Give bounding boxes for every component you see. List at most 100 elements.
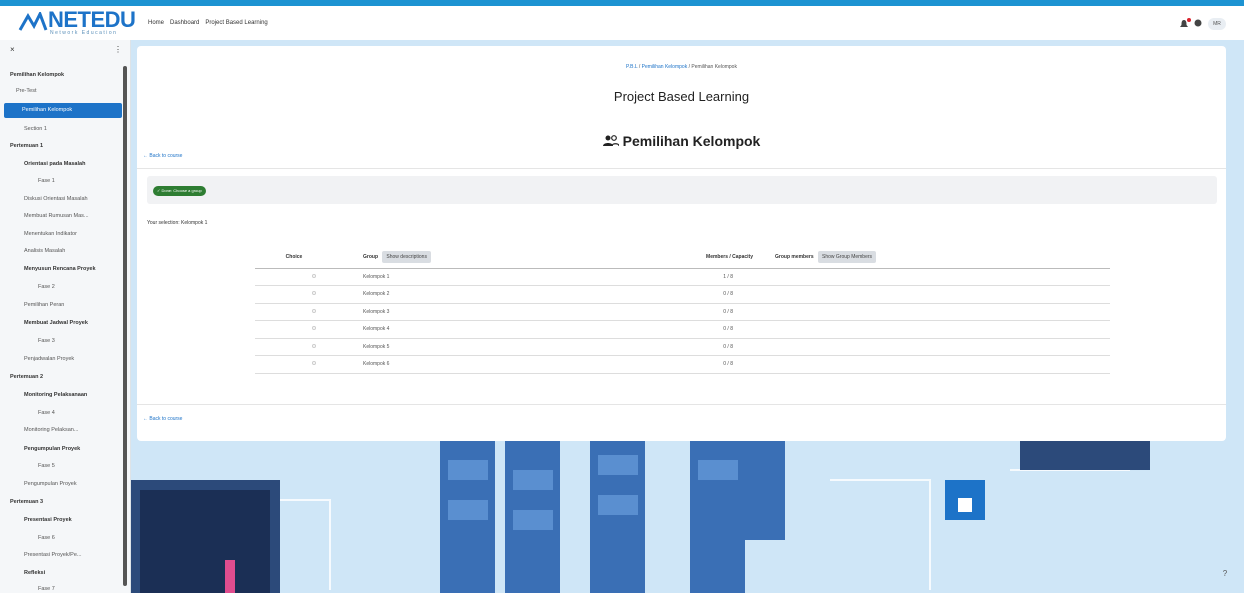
group-users-icon <box>602 134 620 150</box>
sidebar-item-subsection[interactable]: Presentasi Proyek <box>24 517 72 523</box>
group-radio[interactable] <box>312 361 316 366</box>
group-radio[interactable] <box>312 326 316 331</box>
table-row: Kelompok 3 0 / 8 <box>255 303 1110 321</box>
back-to-course-label: Back to course <box>149 153 183 159</box>
sidebar-item-subsection[interactable]: Pengumpulan Proyek <box>24 446 80 452</box>
table-row: Kelompok 4 0 / 8 <box>255 320 1110 339</box>
sidebar-item-pretest[interactable]: Pre-Test <box>16 88 36 94</box>
table-row: Kelompok 1 1 / 8 <box>255 268 1110 286</box>
group-members-cell <box>773 320 1110 339</box>
sidebar-item[interactable]: Diskusi Orientasi Masalah <box>24 196 88 202</box>
breadcrumb: P.B.L / Pemilihan Kelompok / Pemilihan K… <box>137 64 1226 70</box>
breadcrumb-link[interactable]: Pemilihan Kelompok <box>642 64 688 70</box>
group-radio[interactable] <box>312 291 316 296</box>
sidebar-item-subsection[interactable]: Membuat Jadwal Proyek <box>24 320 88 326</box>
sidebar-item[interactable]: Presentasi Proyek/Pe... <box>24 552 81 558</box>
breadcrumb-separator: / <box>688 64 690 70</box>
show-group-members-button[interactable]: Show Group Members <box>818 250 877 263</box>
breadcrumb-link[interactable]: P.B.L <box>626 64 637 70</box>
sidebar-item[interactable]: Fase 3 <box>38 338 55 344</box>
help-icon[interactable]: ? <box>1218 569 1232 583</box>
col-header-capacity: Members / Capacity <box>643 246 773 269</box>
completion-status-label: Done: Choose a group <box>161 188 202 193</box>
sidebar-scrollbar[interactable] <box>123 66 127 586</box>
group-radio[interactable] <box>312 308 316 313</box>
sidebar-item-subsection[interactable]: Refleksi <box>24 570 45 576</box>
user-avatar[interactable]: MR <box>1208 18 1226 30</box>
sidebar-item-section[interactable]: Pertemuan 3 <box>10 499 43 505</box>
choice-groups-table: Choice Group Show descriptions Members /… <box>255 246 1110 374</box>
sidebar-item[interactable]: Pengumpulan Proyek <box>24 481 77 487</box>
divider <box>137 168 1226 169</box>
breadcrumb-separator: / <box>638 64 641 70</box>
group-name: Kelompok 4 <box>333 320 643 339</box>
nav-dashboard[interactable]: Dashboard <box>170 20 199 26</box>
group-capacity: 0 / 8 <box>643 338 773 356</box>
nav-home[interactable]: Home <box>148 20 164 26</box>
group-name: Kelompok 2 <box>333 285 643 304</box>
nav-course[interactable]: Project Based Learning <box>205 20 267 26</box>
col-header-members-label: Group members <box>775 253 814 260</box>
group-name: Kelompok 6 <box>333 355 643 374</box>
divider <box>137 404 1226 405</box>
sidebar-item[interactable]: Monitoring Pelaksan... <box>24 427 78 433</box>
table-row: Kelompok 6 0 / 8 <box>255 355 1110 374</box>
group-members-cell <box>773 285 1110 304</box>
sidebar-item-subsection[interactable]: Monitoring Pelaksanaan <box>24 392 87 398</box>
page-title: Pemilihan Kelompok <box>137 133 1226 150</box>
group-capacity: 0 / 8 <box>643 285 773 304</box>
col-header-choice: Choice <box>255 246 333 269</box>
logo-text: NETEDU <box>48 7 136 32</box>
sidebar-item-active[interactable]: Pemilihan Kelompok <box>4 103 122 118</box>
your-selection-text: Your selection: Kelompok 1 <box>147 220 208 226</box>
notification-badge <box>1187 17 1191 22</box>
sidebar-item-subsection[interactable]: Menyusun Rencana Proyek <box>24 266 96 272</box>
group-members-cell <box>773 338 1110 356</box>
notification-bell-icon[interactable] <box>1180 17 1191 29</box>
group-members-cell <box>773 355 1110 374</box>
course-title: Project Based Learning <box>613 89 750 104</box>
group-name: Kelompok 1 <box>333 268 643 286</box>
sidebar-item[interactable]: Membuat Rumusan Mas... <box>24 213 89 219</box>
logo-mark-icon <box>18 10 48 34</box>
group-name: Kelompok 5 <box>333 338 643 356</box>
group-members-cell <box>773 303 1110 321</box>
back-to-course-link[interactable]: ← Back to course <box>143 416 182 422</box>
sidebar-item-section[interactable]: Pemilihan Kelompok <box>10 72 64 78</box>
completion-status-box: ✓ Done: Choose a group <box>147 176 1217 204</box>
sidebar-item[interactable]: Analisis Masalah <box>24 248 65 254</box>
sidebar-item-subsection[interactable]: Orientasi pada Masalah <box>24 161 85 167</box>
sidebar-item[interactable]: Pemilihan Peran <box>24 302 64 308</box>
sidebar-item[interactable]: Fase 6 <box>38 535 55 541</box>
col-header-group-label: Group <box>363 253 378 260</box>
group-capacity: 0 / 8 <box>643 320 773 339</box>
sidebar-item[interactable]: Fase 1 <box>38 178 55 184</box>
sidebar-item[interactable]: Menentukan Indikator <box>24 231 77 237</box>
top-navbar: NETEDU Network Education Home Dashboard … <box>0 0 1244 40</box>
sidebar-item[interactable]: Fase 5 <box>38 463 55 469</box>
site-logo[interactable]: NETEDU Network Education <box>18 7 138 36</box>
group-name: Kelompok 3 <box>333 303 643 321</box>
background-illustration <box>130 440 1244 593</box>
sidebar-item[interactable]: Fase 7 <box>38 586 55 592</box>
messages-icon[interactable] <box>1194 19 1202 29</box>
show-descriptions-button[interactable]: Show descriptions <box>382 250 431 263</box>
sidebar-item-section[interactable]: Pertemuan 2 <box>10 374 43 380</box>
group-radio[interactable] <box>312 273 316 278</box>
col-header-members: Group members Show Group Members <box>773 246 1110 269</box>
sidebar-item[interactable]: Penjadwalan Proyek <box>24 356 74 362</box>
back-to-course-label: Back to course <box>149 416 183 422</box>
back-to-course-link[interactable]: ← Back to course <box>143 153 182 159</box>
main-content-card: P.B.L / Pemilihan Kelompok / Pemilihan K… <box>137 46 1226 441</box>
sidebar-item[interactable]: Fase 2 <box>38 284 55 290</box>
sidebar-item-section[interactable]: Pertemuan 1 <box>10 143 43 149</box>
sidebar-item[interactable]: Section 1 <box>24 126 47 132</box>
close-drawer-icon[interactable]: × <box>10 45 15 54</box>
group-radio[interactable] <box>312 343 316 348</box>
course-index-drawer: × ⋮ Pemilihan Kelompok Pre-Test Pemiliha… <box>0 40 131 593</box>
table-row: Kelompok 5 0 / 8 <box>255 338 1110 356</box>
table-row: Kelompok 2 0 / 8 <box>255 285 1110 304</box>
group-capacity: 0 / 8 <box>643 355 773 374</box>
sidebar-item[interactable]: Fase 4 <box>38 410 55 416</box>
drawer-menu-icon[interactable]: ⋮ <box>114 45 122 54</box>
